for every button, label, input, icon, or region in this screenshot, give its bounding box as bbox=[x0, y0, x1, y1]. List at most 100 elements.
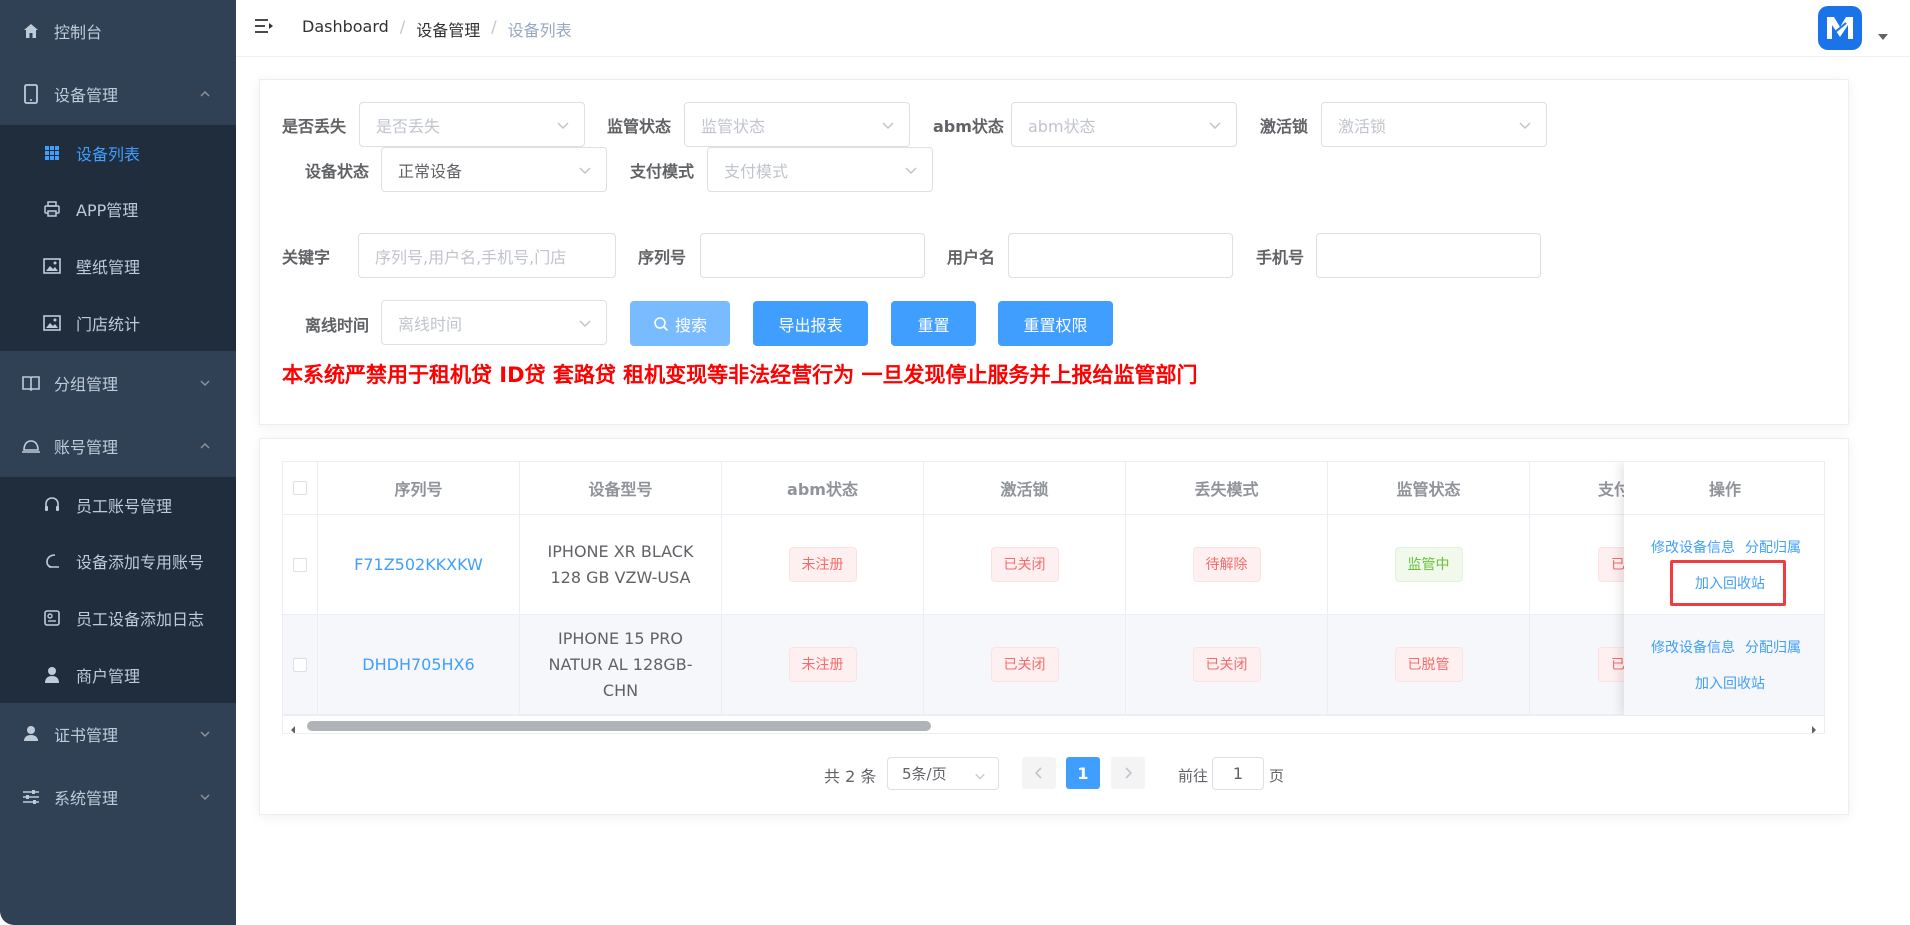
offline-label: 离线时间 bbox=[305, 316, 370, 335]
pay-mode-select[interactable]: 支付模式 bbox=[707, 147, 933, 192]
bell-icon bbox=[21, 436, 41, 456]
page-size-value: 5条/页 bbox=[902, 765, 947, 783]
keyword-label: 关键字 bbox=[282, 248, 331, 267]
device-submenu: 设备列表 APP管理 壁纸管理 门店统计 bbox=[0, 125, 236, 351]
scrollbar-thumb[interactable] bbox=[307, 721, 931, 731]
caret-down-icon[interactable] bbox=[1878, 34, 1888, 40]
scroll-left-icon[interactable] bbox=[289, 720, 297, 733]
home-icon bbox=[21, 21, 41, 41]
scroll-right-icon[interactable] bbox=[1810, 720, 1818, 733]
avatar[interactable] bbox=[1818, 6, 1862, 50]
serial-input[interactable] bbox=[700, 233, 925, 278]
export-button[interactable]: 导出报表 bbox=[753, 301, 868, 346]
breadcrumb-device-list: 设备列表 bbox=[507, 21, 572, 40]
offline-select[interactable]: 离线时间 bbox=[381, 300, 607, 345]
chevron-down-icon bbox=[1208, 117, 1222, 131]
pay-mode-label: 支付模式 bbox=[630, 162, 695, 181]
moon-icon bbox=[42, 551, 62, 571]
breadcrumb-dashboard[interactable]: Dashboard bbox=[302, 17, 389, 41]
chevron-down-icon bbox=[556, 117, 570, 131]
sidebar-item-device-management[interactable]: 设备管理 bbox=[0, 63, 236, 125]
sidebar-item-account-management[interactable]: 账号管理 bbox=[0, 415, 236, 477]
printer-icon bbox=[42, 199, 62, 219]
logo-icon bbox=[1827, 17, 1853, 39]
activation-select[interactable]: 激活锁 bbox=[1321, 102, 1547, 147]
breadcrumb-device-management[interactable]: 设备管理 bbox=[416, 17, 480, 41]
select-all-checkbox[interactable] bbox=[293, 481, 307, 495]
highlight-box bbox=[1670, 560, 1786, 606]
offline-placeholder: 离线时间 bbox=[398, 314, 463, 334]
assign-owner-link[interactable]: 分配归属 bbox=[1745, 537, 1801, 557]
goto-page-input[interactable]: 1 bbox=[1212, 757, 1264, 790]
supervise-placeholder: 监管状态 bbox=[701, 116, 766, 136]
phone-input[interactable] bbox=[1316, 233, 1541, 278]
serial-link[interactable]: F71Z502KKXKW bbox=[354, 552, 483, 578]
lost-cell: 已关闭 bbox=[1126, 615, 1328, 715]
sidebar-item-certificate[interactable]: 证书管理 bbox=[0, 703, 236, 765]
status-badge: 已脱管 bbox=[1394, 647, 1463, 682]
sidebar-item-device-list[interactable]: 设备列表 bbox=[0, 125, 236, 181]
page-size-select[interactable]: 5条/页 bbox=[887, 757, 999, 790]
serial-link[interactable]: DHDH705HX6 bbox=[362, 652, 474, 678]
search-button-label: 搜索 bbox=[674, 315, 707, 335]
recycle-bin-link[interactable]: 加入回收站 bbox=[1695, 673, 1765, 693]
picture-icon bbox=[42, 313, 62, 333]
row-checkbox[interactable] bbox=[293, 557, 307, 572]
tablet-icon bbox=[21, 84, 41, 104]
assign-owner-link[interactable]: 分配归属 bbox=[1745, 637, 1801, 657]
abm-select[interactable]: abm状态 bbox=[1011, 102, 1237, 147]
reset-button[interactable]: 重置 bbox=[891, 301, 976, 346]
prev-page-button[interactable] bbox=[1022, 757, 1056, 789]
status-badge: 已关闭 bbox=[1192, 647, 1261, 682]
goto-page-value: 1 bbox=[1232, 764, 1244, 783]
edit-device-link[interactable]: 修改设备信息 bbox=[1651, 637, 1735, 657]
search-button[interactable]: 搜索 bbox=[630, 301, 730, 346]
sliders-icon bbox=[21, 787, 41, 807]
keyword-input[interactable]: 序列号,用户名,手机号,门店 bbox=[358, 233, 616, 278]
reset-button-label: 重置 bbox=[917, 315, 950, 335]
horizontal-scrollbar[interactable] bbox=[283, 715, 1824, 733]
sidebar-item-device-add-account[interactable]: 设备添加专用账号 bbox=[0, 533, 236, 589]
supervise-label: 监管状态 bbox=[607, 117, 672, 136]
supervise-select[interactable]: 监管状态 bbox=[684, 102, 910, 147]
abm-placeholder: abm状态 bbox=[1028, 116, 1096, 136]
hamburger-icon[interactable] bbox=[254, 17, 274, 37]
navbar: Dashboard / 设备管理 / 设备列表 bbox=[236, 0, 1910, 57]
chevron-down-icon bbox=[904, 162, 918, 176]
abm-label: abm状态 bbox=[933, 117, 1004, 136]
status-badge: 已关闭 bbox=[990, 547, 1059, 582]
serial-label: 序列号 bbox=[638, 248, 687, 267]
sidebar-item-merchant[interactable]: 商户管理 bbox=[0, 647, 236, 703]
header-model: 设备型号 bbox=[520, 462, 722, 515]
table-row: F71Z502KKXKW bbox=[318, 515, 520, 615]
lost-select[interactable]: 是否丢失 bbox=[359, 102, 585, 147]
header-serial: 序列号 bbox=[318, 462, 520, 515]
user-icon bbox=[21, 724, 41, 744]
sidebar-item-wallpaper[interactable]: 壁纸管理 bbox=[0, 238, 236, 294]
chevron-down-icon bbox=[198, 726, 214, 742]
header-operations: 操作 bbox=[1624, 462, 1824, 515]
chevron-down-icon bbox=[974, 767, 988, 781]
row-checkbox[interactable] bbox=[293, 657, 307, 672]
header-supervise: 监管状态 bbox=[1328, 462, 1530, 515]
chevron-down-icon bbox=[881, 117, 895, 131]
sidebar-item-staff-accounts[interactable]: 员工账号管理 bbox=[0, 477, 236, 533]
sidebar-item-dashboard[interactable]: 控制台 bbox=[0, 0, 236, 62]
activation-placeholder: 激活锁 bbox=[1338, 116, 1387, 136]
sidebar-item-store-stats[interactable]: 门店统计 bbox=[0, 295, 236, 351]
chevron-down-icon bbox=[578, 315, 592, 329]
device-status-select[interactable]: 正常设备 bbox=[381, 147, 607, 192]
chevron-left-icon bbox=[1034, 767, 1042, 779]
sidebar-item-app-management[interactable]: APP管理 bbox=[0, 181, 236, 237]
status-badge: 未注册 bbox=[788, 647, 857, 682]
chevron-down-icon bbox=[578, 162, 592, 176]
sidebar-item-system[interactable]: 系统管理 bbox=[0, 766, 236, 828]
sidebar-item-group-management[interactable]: 分组管理 bbox=[0, 352, 236, 414]
sidebar-item-staff-device-log[interactable]: 员工设备添加日志 bbox=[0, 590, 236, 646]
page-1-button[interactable]: 1 bbox=[1066, 757, 1100, 789]
username-input[interactable] bbox=[1008, 233, 1233, 278]
reset-permission-button[interactable]: 重置权限 bbox=[998, 301, 1113, 346]
edit-device-link[interactable]: 修改设备信息 bbox=[1651, 537, 1735, 557]
activation-cell: 已关闭 bbox=[924, 615, 1126, 715]
next-page-button[interactable] bbox=[1111, 757, 1145, 789]
